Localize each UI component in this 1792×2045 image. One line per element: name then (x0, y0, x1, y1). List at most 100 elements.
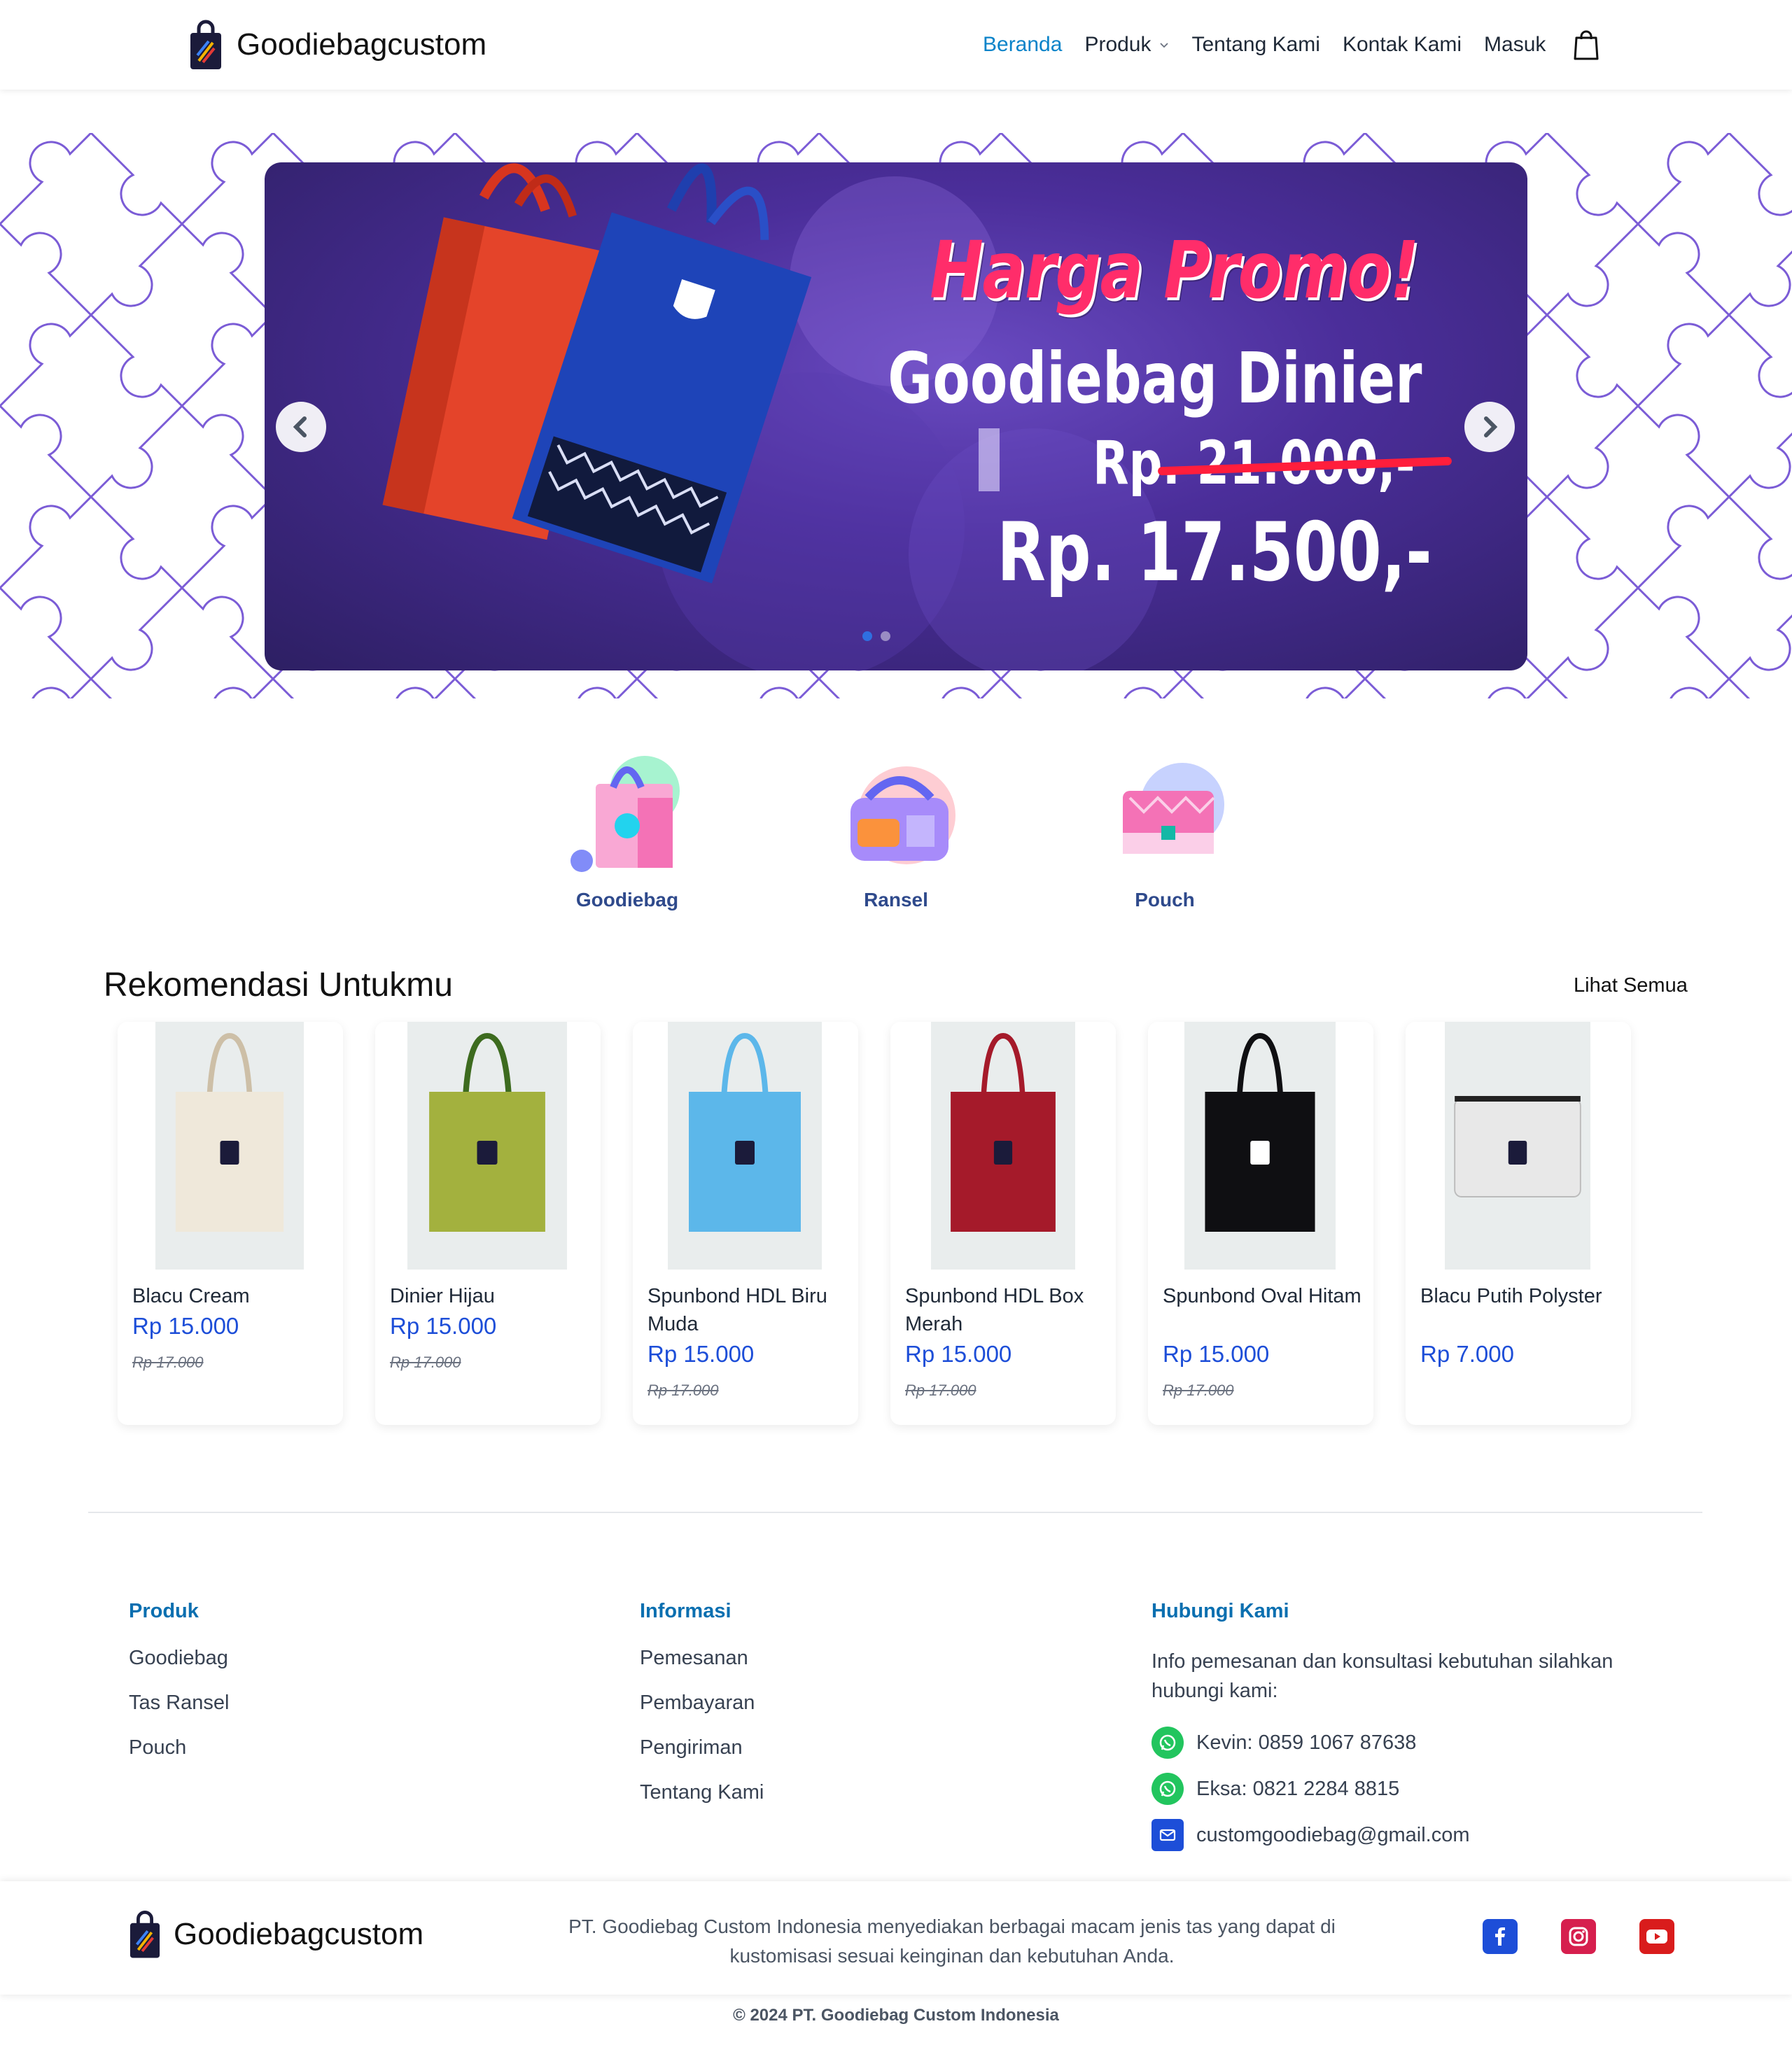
product-name: Blacu Putih Polyster (1420, 1285, 1602, 1307)
contact-text: Kevin: 0859 1067 87638 (1196, 1731, 1417, 1754)
footer-link-goodiebag[interactable]: Goodiebag (129, 1647, 229, 1692)
promo-title: Harga Promo! (930, 225, 1419, 316)
shopping-bag-icon[interactable] (1574, 29, 1599, 60)
product-price: Rp 15.000 (390, 1313, 497, 1339)
footer-divider (88, 1512, 1702, 1513)
nav-produk[interactable]: Produk (1084, 33, 1169, 57)
product-name: Spunbond Oval Hitam (1163, 1285, 1362, 1307)
nav-masuk[interactable]: Masuk (1484, 33, 1546, 57)
category-ransel[interactable]: Ransel (826, 749, 966, 911)
footer-link-pembayaran[interactable]: Pembayaran (640, 1692, 764, 1736)
mail-icon (1152, 1819, 1184, 1851)
hero-section: Harga Promo! Goodiebag Dinier Rp. 21.000… (0, 133, 1792, 698)
footer-heading: Informasi (640, 1600, 732, 1622)
product-image (1184, 1022, 1336, 1270)
contact-text: customgoodiebag@gmail.com (1196, 1823, 1470, 1846)
site-header: Goodiebagcustom Beranda Produk Tentang K… (0, 0, 1792, 90)
pouch-illustration-icon (1123, 763, 1224, 854)
category-pouch[interactable]: Pouch (1095, 749, 1235, 911)
company-description: PT. Goodiebag Custom Indonesia menyediak… (568, 1916, 1336, 1967)
contact-text: Eksa: 0821 2284 8815 (1196, 1777, 1400, 1800)
product-name: Dinier Hijau (390, 1285, 495, 1307)
see-all-link[interactable]: Lihat Semua (1574, 974, 1688, 997)
product-old-price: Rp 17.000 (1163, 1382, 1234, 1399)
whatsapp-icon (1152, 1727, 1184, 1759)
footer-brand[interactable]: Goodiebagcustom (129, 1909, 424, 1960)
shopping-bag-illustration-icon (570, 756, 680, 872)
category-label: Goodiebag (575, 889, 679, 911)
carousel-dot[interactable] (881, 631, 890, 641)
brand-logo-link[interactable]: Goodiebagcustom (189, 11, 486, 78)
product-card[interactable]: Spunbond HDL Box Merah Rp 15.000 Rp 17.000 (890, 1022, 1116, 1425)
product-image (155, 1022, 304, 1270)
footer-informasi-column: Informasi Pemesanan Pembayaran Pengirima… (640, 1600, 764, 1826)
product-image (668, 1022, 822, 1270)
footer-link-pengiriman[interactable]: Pengiriman (640, 1736, 764, 1781)
product-price: Rp 15.000 (648, 1341, 755, 1367)
contact-email[interactable]: customgoodiebag@gmail.com (1152, 1812, 1656, 1858)
whatsapp-icon (1152, 1773, 1184, 1805)
product-old-price: Rp 17.000 (648, 1382, 719, 1399)
product-card[interactable]: Blacu Putih Polyster Rp 7.000 (1406, 1022, 1631, 1425)
chevron-left-icon (293, 416, 307, 437)
promo-banner[interactable]: Harga Promo! Goodiebag Dinier Rp. 21.000… (265, 162, 1527, 670)
category-goodiebag[interactable]: Goodiebag (557, 749, 697, 911)
carousel-prev-button[interactable] (276, 402, 326, 452)
product-old-price: Rp 17.000 (390, 1354, 461, 1371)
carousel-indicators (862, 631, 899, 641)
nav-beranda[interactable]: Beranda (983, 33, 1062, 57)
product-card[interactable]: Dinier Hijau Rp 15.000 Rp 17.000 (375, 1022, 601, 1425)
product-name: Spunbond HDL Box Merah (905, 1285, 1084, 1335)
nav-produk-label: Produk (1084, 33, 1152, 56)
category-label: Ransel (864, 889, 928, 911)
product-name: Blacu Cream (132, 1285, 250, 1307)
product-old-price: Rp 17.000 (132, 1354, 204, 1371)
product-card[interactable]: Spunbond Oval Hitam Rp 15.000 Rp 17.000 (1148, 1022, 1373, 1425)
footer-link-pouch[interactable]: Pouch (129, 1736, 229, 1781)
section-title: Rekomendasi Untukmu (104, 967, 453, 1004)
nav-kontak-kami[interactable]: Kontak Kami (1343, 33, 1462, 57)
promo-product-name: Goodiebag Dinier (888, 337, 1422, 419)
product-image (931, 1022, 1075, 1270)
product-price: Rp 15.000 (905, 1341, 1012, 1367)
facebook-link[interactable] (1483, 1919, 1518, 1954)
contact-whatsapp-kevin[interactable]: Kevin: 0859 1067 87638 (1152, 1720, 1656, 1766)
brand-name: Goodiebagcustom (174, 1917, 424, 1951)
product-image (1445, 1022, 1590, 1270)
product-card[interactable]: Spunbond HDL Biru Muda Rp 15.000 Rp 17.000 (633, 1022, 858, 1425)
contact-whatsapp-eksa[interactable]: Eksa: 0821 2284 8815 (1152, 1766, 1656, 1812)
product-card[interactable]: Blacu Cream Rp 15.000 Rp 17.000 (118, 1022, 343, 1425)
footer-link-pemesanan[interactable]: Pemesanan (640, 1647, 764, 1692)
youtube-icon (1646, 1930, 1667, 1944)
footer-kontak-column: Hubungi Kami Info pemesanan dan konsulta… (1152, 1600, 1656, 1858)
carousel-next-button[interactable] (1464, 402, 1515, 452)
promo-new-price: Rp. 17.500,- (997, 505, 1432, 600)
chevron-right-icon (1484, 416, 1498, 437)
footer-link-tas-ransel[interactable]: Tas Ransel (129, 1692, 229, 1736)
contact-intro: Info pemesanan dan konsultasi kebutuhan … (1152, 1650, 1614, 1702)
product-image (407, 1022, 567, 1270)
carousel-dot[interactable] (862, 631, 872, 641)
product-price: Rp 15.000 (132, 1313, 239, 1339)
instagram-link[interactable] (1561, 1919, 1596, 1954)
chevron-down-icon (1159, 43, 1168, 48)
youtube-link[interactable] (1639, 1919, 1674, 1954)
footer-heading: Produk (129, 1600, 199, 1622)
product-price: Rp 15.000 (1163, 1341, 1270, 1367)
copyright: © 2024 PT. Goodiebag Custom Indonesia (733, 2006, 1059, 2025)
category-label: Pouch (1135, 889, 1195, 911)
product-name: Spunbond HDL Biru Muda (648, 1285, 827, 1335)
brand-name: Goodiebagcustom (237, 27, 487, 62)
bag-logo-icon (130, 1910, 160, 1958)
backpack-illustration-icon (850, 766, 955, 864)
facebook-icon (1495, 1927, 1505, 1946)
nav-tentang-kami[interactable]: Tentang Kami (1192, 33, 1320, 57)
footer-heading: Hubungi Kami (1152, 1600, 1289, 1622)
main-nav: Beranda Produk Tentang Kami Kontak Kami … (983, 28, 1599, 62)
footer-produk-column: Produk Goodiebag Tas Ransel Pouch (129, 1600, 229, 1781)
footer-link-tentang-kami[interactable]: Tentang Kami (640, 1781, 764, 1826)
product-price: Rp 7.000 (1420, 1341, 1514, 1367)
bag-logo-icon (190, 20, 221, 69)
instagram-icon (1569, 1927, 1588, 1946)
footer-bar: Goodiebagcustom PT. Goodiebag Custom Ind… (0, 1881, 1792, 1995)
